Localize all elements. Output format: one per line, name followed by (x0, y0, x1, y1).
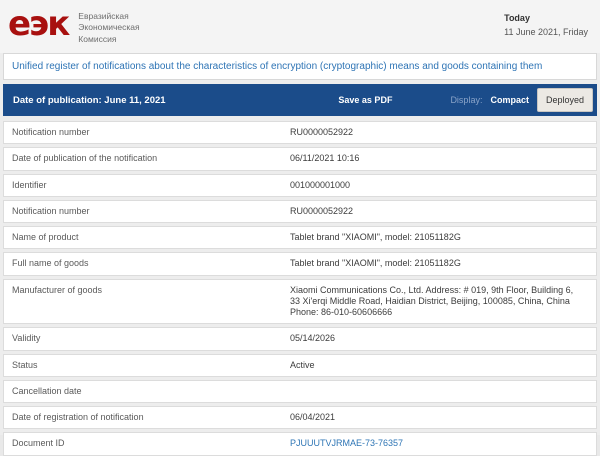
field-value: RU0000052922 (290, 127, 354, 137)
eec-logo: еэк Евразийская Экономическая Комиссия (8, 4, 140, 45)
table-row: Date of registration of notification 06/… (3, 406, 597, 430)
logo-caption-line: Комиссия (78, 33, 117, 44)
field-label: Name of product (12, 232, 79, 242)
field-label: Identifier (12, 179, 47, 190)
field-label: Cancellation date (12, 385, 82, 396)
logo-caption-line: Экономическая (78, 22, 140, 33)
field-value: Xiaomi Communications Co., Ltd. Address:… (290, 284, 574, 318)
field-value: 05/14/2026 (290, 333, 336, 344)
field-label: Date of publication of the notification (12, 153, 158, 164)
field-label: Date of registration of notification (12, 412, 144, 422)
field-value (290, 386, 304, 397)
table-row: Validity 05/14/2026 (3, 327, 597, 351)
table-row: Document ID PJUUUTVJRMAE-73-76357 (3, 432, 597, 456)
save-as-pdf-button[interactable]: Save as PDF (338, 95, 392, 105)
top-header: еэк Евразийская Экономическая Комиссия T… (0, 0, 600, 53)
notification-details-table: Notification number RU0000052922 Date of… (0, 121, 600, 456)
field-label: Manufacturer of goods (12, 284, 103, 295)
table-row: Status Active (3, 353, 597, 377)
today-date: 11 June 2021, Friday (504, 26, 588, 37)
publication-date-label: Date of publication: June 11, 2021 (13, 94, 166, 106)
table-row: Full name of goods Tablet brand "XIAOMI"… (3, 252, 597, 276)
field-label: Notification number (12, 127, 90, 137)
field-value: Tablet brand "XIAOMI", model: 21051182G (290, 232, 461, 242)
today-block: Today 11 June 2021, Friday (504, 12, 588, 39)
field-value: Active (290, 359, 315, 370)
register-title-link[interactable]: Unified register of notifications about … (3, 53, 597, 80)
toolbar-actions: Save as PDF Display: Compact Deployed (338, 88, 593, 112)
field-value: Tablet brand "XIAOMI", model: 21051182G (290, 258, 461, 269)
field-value: 06/11/2021 10:16 (290, 153, 360, 164)
eec-logo-mark: еэк (8, 4, 70, 44)
display-deployed-button[interactable]: Deployed (536, 88, 593, 112)
page: еэк Евразийская Экономическая Комиссия T… (0, 0, 600, 456)
document-id-link[interactable]: PJUUUTVJRMAE-73-76357 (290, 438, 417, 449)
display-label: Display: (450, 95, 483, 105)
field-label: Full name of goods (12, 258, 89, 269)
field-label: Document ID (12, 438, 65, 449)
table-row: Cancellation date (3, 379, 597, 403)
table-row: Manufacturer of goods Xiaomi Communicati… (3, 278, 597, 325)
field-label: Validity (12, 333, 41, 344)
display-compact-button[interactable]: Compact (490, 95, 529, 105)
logo-caption-line: Евразийская (78, 11, 129, 21)
table-row: Identifier 001000001000 (3, 173, 597, 197)
publication-toolbar: Date of publication: June 11, 2021 Save … (3, 84, 597, 116)
field-value: RU0000052922 (290, 205, 354, 216)
table-row: Name of product Tablet brand "XIAOMI", m… (3, 226, 597, 250)
field-value: 06/04/2021 (290, 412, 336, 422)
field-label: Notification number (12, 205, 90, 216)
table-row: Date of publication of the notification … (3, 147, 597, 171)
field-value: 001000001000 (290, 179, 351, 190)
today-label: Today (504, 13, 530, 23)
table-row: Notification number RU0000052922 (3, 199, 597, 223)
table-row: Notification number RU0000052922 (3, 121, 597, 145)
eec-logo-caption: Евразийская Экономическая Комиссия (78, 11, 139, 45)
field-label: Status (12, 359, 38, 370)
